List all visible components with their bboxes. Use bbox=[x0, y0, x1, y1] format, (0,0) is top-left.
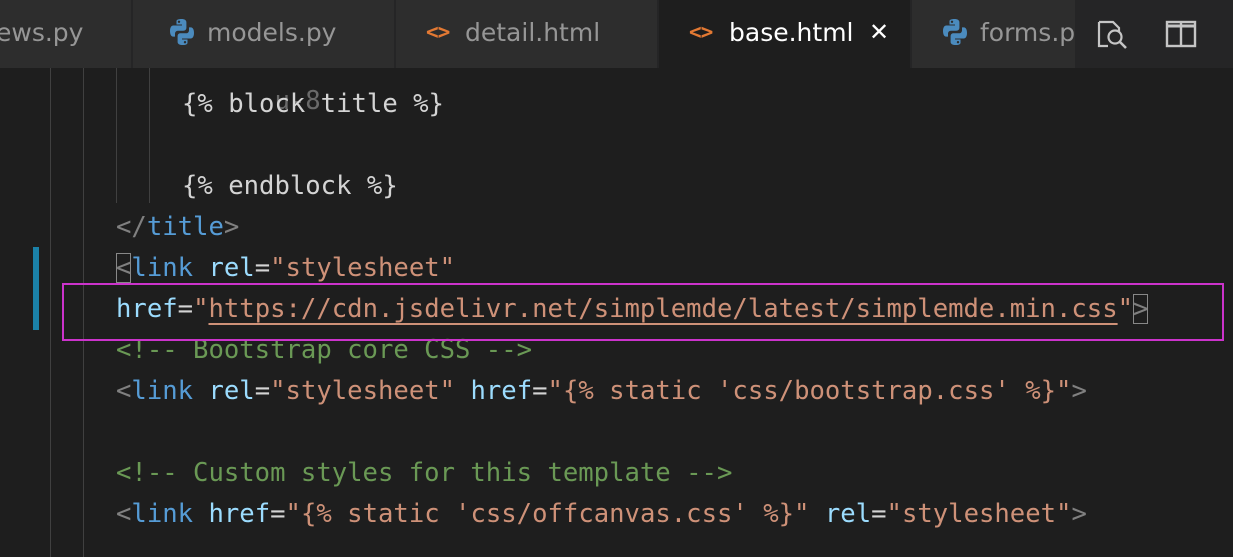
code-line: </title> bbox=[116, 207, 239, 248]
code-token-punct: </ bbox=[116, 212, 147, 242]
tab-label: ews.py bbox=[0, 18, 84, 47]
code-token-attr: href bbox=[116, 294, 178, 324]
code-token-cmt: <!-- Custom styles for this template --> bbox=[116, 458, 733, 488]
code-token-str: "stylesheet" bbox=[270, 376, 456, 406]
tab-base-html[interactable]: <> base.html ✕ bbox=[659, 0, 911, 68]
editor-tab-bar: ews.py models.py <> detail.html <> base.… bbox=[0, 0, 1233, 68]
tab-label: models.py bbox=[207, 18, 337, 47]
indent-guide bbox=[83, 68, 84, 557]
tab-forms-py[interactable]: forms.p bbox=[912, 0, 1082, 68]
git-modified-indicator bbox=[33, 247, 39, 330]
code-token-str: "{% static 'css/bootstrap.css' %}" bbox=[547, 376, 1072, 406]
code-line: <!-- Custom styles for this template --> bbox=[116, 453, 732, 494]
code-token-cmt: <!-- Bootstrap core CSS --> bbox=[116, 335, 533, 365]
code-token-punct: > bbox=[1071, 499, 1087, 529]
code-token-attr: rel bbox=[208, 253, 255, 283]
code-token-punct: > bbox=[1071, 376, 1087, 406]
html-icon: <> bbox=[689, 20, 713, 44]
code-token-punct: < bbox=[116, 499, 132, 529]
code-token-eq: = bbox=[177, 294, 194, 324]
code-token-tag: title bbox=[146, 212, 224, 242]
code-editor-window: ews.py models.py <> detail.html <> base.… bbox=[0, 0, 1233, 557]
code-token-punct: < bbox=[116, 253, 132, 283]
code-token-punct: > bbox=[1133, 294, 1149, 324]
code-token-attr: href bbox=[470, 376, 533, 406]
code-token-attr: rel bbox=[208, 376, 255, 406]
split-editor-icon[interactable] bbox=[1164, 18, 1198, 50]
html-icon: <> bbox=[426, 20, 450, 44]
editor-actions bbox=[1075, 0, 1233, 68]
tab-label: detail.html bbox=[465, 18, 601, 47]
code-token-link: https://cdn.jsdelivr.net/simplemde/lates… bbox=[208, 294, 1118, 324]
code-token-tag: link bbox=[131, 376, 194, 406]
indent-guide bbox=[149, 68, 150, 203]
tab-detail-html[interactable]: <> detail.html bbox=[396, 0, 658, 68]
code-token-eq: = bbox=[254, 376, 271, 406]
code-token-punct: > bbox=[223, 212, 240, 242]
code-token-tag: link bbox=[131, 253, 194, 283]
code-token-text: {% block title %} bbox=[182, 89, 444, 119]
tab-label: forms.p bbox=[980, 18, 1076, 47]
code-token-str: "stylesheet" bbox=[270, 253, 456, 283]
close-icon[interactable]: ✕ bbox=[864, 14, 894, 50]
code-token-attr: href bbox=[208, 499, 271, 529]
code-line: {% block title %} bbox=[182, 84, 444, 125]
code-token-str: "stylesheet" bbox=[886, 499, 1072, 529]
code-token-eq: = bbox=[871, 499, 887, 529]
code-line: <!-- Bootstrap core CSS --> bbox=[116, 330, 532, 371]
tab-models-py[interactable]: models.py bbox=[133, 0, 395, 68]
code-editor[interactable]: u-8 {% block title %} {% endblock %} </t… bbox=[0, 68, 1233, 557]
indent-guide bbox=[116, 68, 117, 203]
code-token-text: {% endblock %} bbox=[182, 171, 398, 201]
code-token-eq: = bbox=[270, 499, 286, 529]
code-line: <link rel="stylesheet" href="{% static '… bbox=[116, 371, 1087, 412]
code-token-str: "{% static 'css/offcanvas.css' %}" bbox=[285, 499, 810, 529]
tab-views-py[interactable]: ews.py bbox=[0, 0, 132, 68]
code-token-punct: < bbox=[116, 376, 132, 406]
code-token-eq: = bbox=[254, 253, 271, 283]
python-icon bbox=[169, 18, 195, 46]
code-line: {% endblock %} bbox=[182, 166, 398, 207]
tab-label: base.html bbox=[729, 18, 854, 47]
code-line: href="https://cdn.jsdelivr.net/simplemde… bbox=[116, 289, 1149, 330]
code-token-tag: link bbox=[131, 499, 194, 529]
open-changes-icon[interactable] bbox=[1095, 18, 1129, 50]
code-token-eq: = bbox=[532, 376, 548, 406]
code-line: <link href="{% static 'css/offcanvas.css… bbox=[116, 494, 1087, 535]
code-line-partial: u-8 bbox=[274, 86, 321, 116]
python-icon bbox=[942, 18, 968, 46]
code-token-str: " bbox=[193, 294, 209, 324]
code-token-str: " bbox=[1117, 294, 1134, 324]
code-token-attr: rel bbox=[824, 499, 872, 529]
indent-guide bbox=[50, 68, 51, 557]
code-line: <link rel="stylesheet" bbox=[116, 248, 455, 289]
